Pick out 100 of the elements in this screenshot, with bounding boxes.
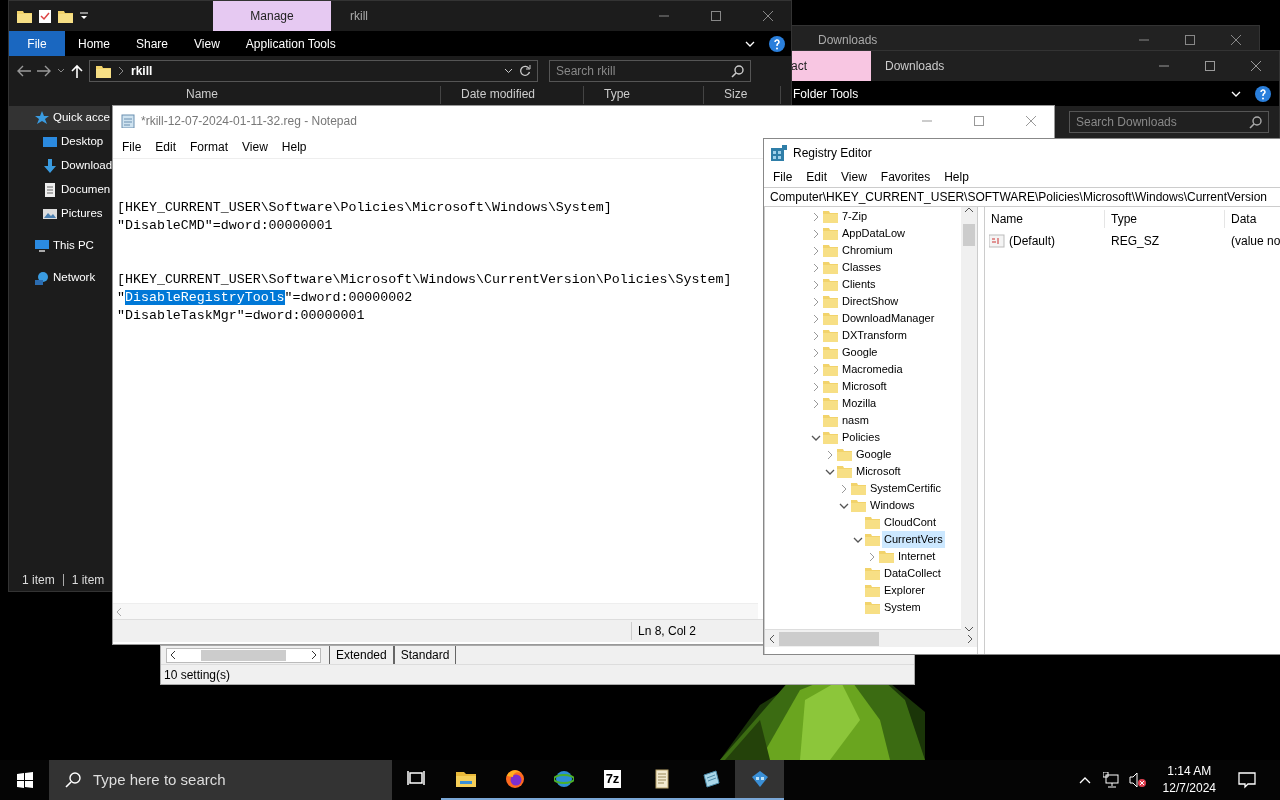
back-icon[interactable]	[17, 65, 31, 77]
expand-icon[interactable]	[812, 245, 820, 256]
search-field[interactable]: Search rkill	[549, 60, 751, 82]
expand-icon[interactable]	[826, 449, 834, 460]
show-hidden-icons-icon[interactable]	[1078, 776, 1091, 784]
tree-item[interactable]: Windows	[868, 497, 917, 514]
column-header[interactable]: Data	[1225, 210, 1280, 228]
tree-item[interactable]: Chromium	[840, 242, 895, 259]
address-bar[interactable]: Computer\HKEY_CURRENT_USER\SOFTWARE\Policies\Microsoft\Windows\CurrentVersion	[764, 187, 1280, 207]
column-header[interactable]: Name	[985, 210, 1105, 228]
tree-item[interactable]: Microsoft	[840, 378, 889, 395]
nav-item[interactable]: Pictures	[9, 202, 103, 226]
menu-item[interactable]: File	[115, 138, 149, 156]
tree-item[interactable]: CloudCont	[882, 514, 938, 531]
column-header[interactable]: Date modified	[441, 86, 584, 104]
refresh-icon[interactable]	[519, 65, 531, 77]
tree-item[interactable]: AppDataLow	[840, 225, 907, 242]
tree-item[interactable]: Macromedia	[840, 361, 905, 378]
expand-icon[interactable]	[812, 262, 820, 273]
tree-item[interactable]: Clients	[840, 276, 878, 293]
file-menu-button[interactable]: File	[9, 31, 65, 56]
expand-icon[interactable]	[812, 381, 820, 392]
nav-item[interactable]: Documen	[9, 178, 111, 202]
scroll-thumb[interactable]	[963, 223, 975, 246]
expand-icon[interactable]	[812, 279, 820, 290]
expand-icon[interactable]	[812, 228, 820, 239]
ribbon-tab[interactable]: Share	[123, 31, 182, 56]
up-icon[interactable]	[71, 64, 83, 78]
expand-icon[interactable]	[812, 296, 820, 307]
tree-item[interactable]: 7-Zip	[840, 208, 870, 225]
nav-item[interactable]: Network	[9, 266, 96, 290]
nav-item[interactable]: Download	[9, 154, 113, 178]
tree-item[interactable]: Google	[854, 446, 894, 463]
tree-item[interactable]: Google	[840, 344, 880, 361]
collapse-icon[interactable]	[811, 433, 821, 442]
properties-icon[interactable]	[38, 9, 52, 23]
clock[interactable]: 1:14 AM 12/7/2024	[1154, 763, 1224, 797]
nav-item[interactable]: Desktop	[9, 130, 104, 154]
column-header[interactable]: Type	[584, 86, 704, 104]
collapse-icon[interactable]	[853, 535, 863, 544]
tree-item[interactable]: DXTransform	[840, 327, 909, 344]
sheet-tab[interactable]: Extended	[329, 646, 394, 664]
dropdown-icon[interactable]	[504, 68, 513, 74]
sheet-tab[interactable]: Standard	[393, 646, 457, 664]
expand-icon[interactable]	[812, 330, 820, 341]
nav-item[interactable]: This PC	[9, 234, 94, 258]
menu-item[interactable]: Favorites	[873, 168, 938, 186]
tree-item[interactable]: Internet	[896, 548, 938, 565]
menu-item[interactable]: Format	[183, 138, 236, 156]
menu-item[interactable]: Edit	[799, 168, 835, 186]
horizontal-scrollbar[interactable]	[765, 629, 977, 647]
collapse-icon[interactable]	[825, 467, 835, 476]
notifications-icon[interactable]	[1238, 771, 1256, 789]
tree-item[interactable]: Microsoft	[854, 463, 903, 480]
menu-item[interactable]: Edit	[148, 138, 184, 156]
folder-icon	[851, 482, 866, 495]
taskbar-button[interactable]: 7z	[588, 760, 637, 800]
tree-item[interactable]: Classes	[840, 259, 884, 276]
column-header[interactable]: Type	[1105, 210, 1225, 228]
menu-item[interactable]: Help	[937, 168, 976, 186]
tree-item[interactable]: CurrentVers	[882, 531, 945, 548]
tree-item[interactable]: DownloadManager	[840, 310, 937, 327]
expand-icon[interactable]	[812, 211, 820, 222]
column-header[interactable]: Size	[704, 86, 781, 104]
expand-icon[interactable]	[812, 347, 820, 358]
menu-item[interactable]: File	[766, 168, 800, 186]
tree-item[interactable]: Explorer	[882, 582, 927, 599]
expand-icon[interactable]	[868, 551, 876, 562]
menu-item[interactable]: View	[834, 168, 874, 186]
network-icon[interactable]	[1102, 772, 1119, 788]
tree-item[interactable]: System	[882, 599, 923, 616]
dropdown-icon[interactable]	[79, 11, 89, 21]
column-header[interactable]: Name	[166, 86, 441, 104]
ribbon-tab[interactable]: View	[181, 31, 233, 56]
value-name[interactable]: (Default)	[1009, 232, 1055, 250]
volume-icon[interactable]	[1128, 772, 1147, 788]
forward-icon[interactable]	[37, 65, 51, 77]
tree-item[interactable]: Policies	[840, 429, 882, 446]
collapse-icon[interactable]	[839, 501, 849, 510]
tree-item[interactable]: DirectShow	[840, 293, 901, 310]
expand-icon[interactable]	[812, 313, 820, 324]
contextual-tab[interactable]: Manage	[213, 1, 331, 31]
tree-item[interactable]: SystemCertific	[868, 480, 943, 497]
address-bar[interactable]: rkill	[89, 60, 538, 82]
menu-item[interactable]: Help	[274, 138, 314, 156]
expand-icon[interactable]	[812, 364, 820, 375]
horizontal-scrollbar[interactable]	[166, 647, 321, 663]
ribbon-tab[interactable]: Application Tools	[232, 31, 349, 56]
contextual-tab[interactable]: act	[791, 51, 871, 81]
tree-item[interactable]: nasm	[840, 412, 871, 429]
search-field[interactable]: Search Downloads	[1069, 111, 1269, 133]
ribbon-tab[interactable]: Home	[65, 31, 123, 56]
vertical-scrollbar[interactable]	[961, 207, 977, 632]
tree-item[interactable]: Mozilla	[840, 395, 879, 412]
expand-icon[interactable]	[812, 398, 820, 409]
nav-item[interactable]: Quick acce	[9, 106, 110, 130]
search-field[interactable]: Type here to search	[49, 760, 392, 800]
expand-icon[interactable]	[840, 483, 848, 494]
menu-item[interactable]: View	[235, 138, 275, 156]
tree-item[interactable]: DataCollect	[882, 565, 943, 582]
